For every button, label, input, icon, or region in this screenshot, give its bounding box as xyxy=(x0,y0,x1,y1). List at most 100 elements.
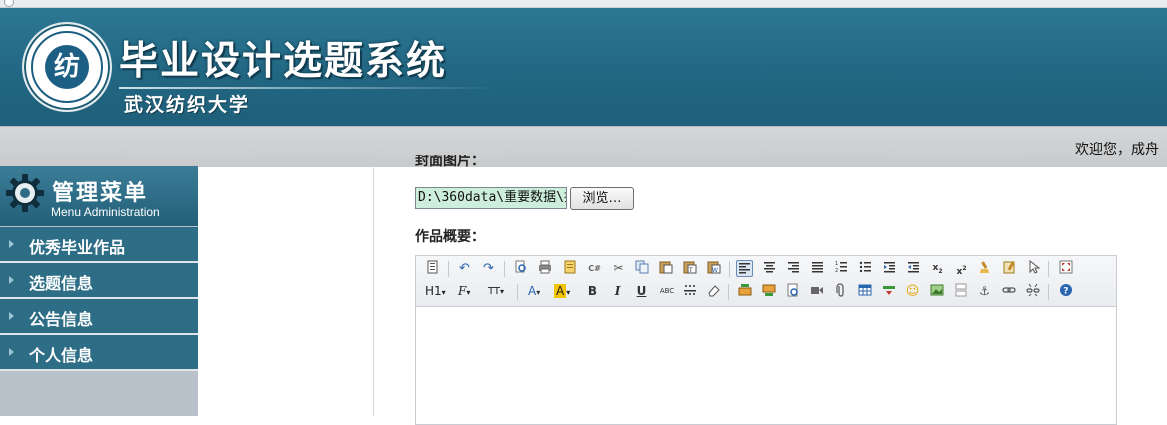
indent-icon[interactable] xyxy=(881,260,898,277)
emoticon-icon[interactable]: ☺ xyxy=(904,283,921,300)
ordered-list-icon[interactable]: 12 xyxy=(833,260,850,277)
arrow-right-icon xyxy=(9,276,14,284)
align-left-icon[interactable] xyxy=(736,260,753,277)
toolbar-separator xyxy=(448,261,449,277)
editor-content-area[interactable] xyxy=(416,307,1116,424)
svg-text:2: 2 xyxy=(835,268,838,273)
heading-label: H1 xyxy=(425,284,442,298)
cover-image-label-text: 封面图片： xyxy=(415,155,485,168)
paste-icon[interactable] xyxy=(657,260,674,277)
toolbar-separator xyxy=(504,261,505,277)
site-banner: 纺 毕业设计选题系统 武汉纺织大学 xyxy=(0,8,1167,126)
align-center-icon[interactable] xyxy=(761,260,778,277)
menu-title: 管理菜单 xyxy=(52,181,149,206)
fullscreen-icon[interactable] xyxy=(1057,260,1074,277)
image-icon[interactable] xyxy=(928,283,945,300)
justify-icon[interactable] xyxy=(809,260,826,277)
video-icon[interactable] xyxy=(808,283,825,300)
anchor-icon[interactable]: ⚓ xyxy=(976,283,993,300)
template-icon[interactable] xyxy=(561,260,578,277)
preview-icon[interactable] xyxy=(512,260,529,277)
sidebar-item-excellent-works[interactable]: 优秀毕业作品 xyxy=(0,227,198,263)
unlink-icon[interactable] xyxy=(1024,283,1041,300)
attachment-icon[interactable] xyxy=(832,283,849,300)
university-name: 武汉纺织大学 xyxy=(124,94,251,116)
rich-text-editor: ↶ ↷ C# ✂ T W 12 x2 x2 H1▾ F▾ TT▾ A▾ A▾ xyxy=(415,255,1117,425)
cut-icon[interactable]: ✂ xyxy=(610,260,627,277)
bold-button[interactable]: B xyxy=(584,283,601,300)
svg-text:T: T xyxy=(688,267,693,274)
strikethrough-button[interactable]: ABC xyxy=(656,283,678,300)
unordered-list-icon[interactable] xyxy=(857,260,874,277)
browse-button[interactable]: 浏览… xyxy=(570,187,634,210)
arrow-right-icon xyxy=(9,240,14,248)
arrow-right-icon xyxy=(9,312,14,320)
help-icon[interactable]: ? xyxy=(1057,283,1074,300)
font-family-dropdown[interactable]: F▾ xyxy=(458,283,470,300)
text-color-label: A xyxy=(528,284,537,298)
paste-text-icon[interactable]: T xyxy=(681,260,698,277)
select-all-icon[interactable] xyxy=(1001,260,1018,277)
template-block-icon[interactable] xyxy=(952,283,969,300)
window-control-icon xyxy=(4,0,14,7)
gear-icon xyxy=(6,174,44,212)
insert-link-icon[interactable] xyxy=(784,283,801,300)
title-underline xyxy=(119,87,499,89)
insert-row-after-icon[interactable] xyxy=(760,283,777,300)
sidebar-item-personal-info[interactable]: 个人信息 xyxy=(0,335,198,371)
system-title: 毕业设计选题系统 xyxy=(119,38,448,84)
welcome-bar: 欢迎您，成舟 xyxy=(0,126,1167,167)
copy-icon[interactable] xyxy=(633,260,650,277)
align-right-icon[interactable] xyxy=(785,260,802,277)
editor-toolbar: ↶ ↷ C# ✂ T W 12 x2 x2 H1▾ F▾ TT▾ A▾ A▾ xyxy=(416,256,1116,307)
heading-dropdown[interactable]: H1▾ xyxy=(425,283,446,300)
toolbar-separator xyxy=(1048,284,1049,300)
source-icon[interactable] xyxy=(424,260,441,277)
eraser-icon[interactable] xyxy=(705,283,722,300)
toolbar-separator xyxy=(728,284,729,300)
font-size-label: TT xyxy=(488,286,501,297)
content-divider xyxy=(373,166,374,416)
italic-button[interactable]: I xyxy=(609,283,626,300)
outdent-icon[interactable] xyxy=(905,260,922,277)
window-top-strip xyxy=(0,0,1167,8)
file-path-input[interactable]: D:\360data\重要数据\扫 xyxy=(415,187,567,209)
svg-text:W: W xyxy=(712,267,718,274)
text-color-button[interactable]: A▾ xyxy=(528,283,540,300)
table-icon[interactable] xyxy=(856,283,873,300)
underline-button[interactable]: U xyxy=(633,283,650,300)
insert-row-before-icon[interactable] xyxy=(736,283,753,300)
sidebar-item-label: 个人信息 xyxy=(29,346,94,365)
sidebar-item-announcements[interactable]: 公告信息 xyxy=(0,299,198,335)
horizontal-rule-icon[interactable] xyxy=(681,283,698,300)
menu-subtitle: Menu Administration xyxy=(51,205,160,219)
page-break-icon[interactable] xyxy=(880,283,897,300)
sidebar-item-topic-info[interactable]: 选题信息 xyxy=(0,263,198,299)
chevron-down-icon: ▾ xyxy=(466,288,471,297)
code-icon[interactable]: C# xyxy=(586,260,603,277)
undo-icon[interactable]: ↶ xyxy=(456,260,473,277)
chevron-down-icon: ▾ xyxy=(536,288,541,297)
university-logo: 纺 xyxy=(22,22,112,112)
link-icon[interactable] xyxy=(1000,283,1017,300)
redo-icon[interactable]: ↷ xyxy=(480,260,497,277)
clear-format-icon[interactable] xyxy=(977,260,994,277)
toolbar-separator xyxy=(729,261,730,277)
toolbar-separator xyxy=(1048,261,1049,277)
svg-text:1: 1 xyxy=(835,261,838,267)
toolbar-separator xyxy=(517,284,518,300)
cover-image-label: 封面图片： xyxy=(415,155,485,168)
menu-header: 管理菜单 Menu Administration xyxy=(0,166,198,226)
superscript-icon[interactable]: x2 xyxy=(953,260,970,277)
chevron-down-icon: ▾ xyxy=(441,288,446,297)
pointer-icon[interactable] xyxy=(1025,259,1042,277)
welcome-text: 欢迎您，成舟 xyxy=(1075,142,1159,158)
highlight-button[interactable]: A ▾ xyxy=(554,283,570,300)
sidebar-item-label: 优秀毕业作品 xyxy=(29,238,126,257)
highlight-label: A xyxy=(554,284,567,298)
font-size-dropdown[interactable]: TT▾ xyxy=(488,283,504,300)
subscript-icon[interactable]: x2 xyxy=(929,260,946,277)
arrow-right-icon xyxy=(9,348,14,356)
paste-word-icon[interactable]: W xyxy=(705,260,722,277)
print-icon[interactable] xyxy=(536,260,553,277)
